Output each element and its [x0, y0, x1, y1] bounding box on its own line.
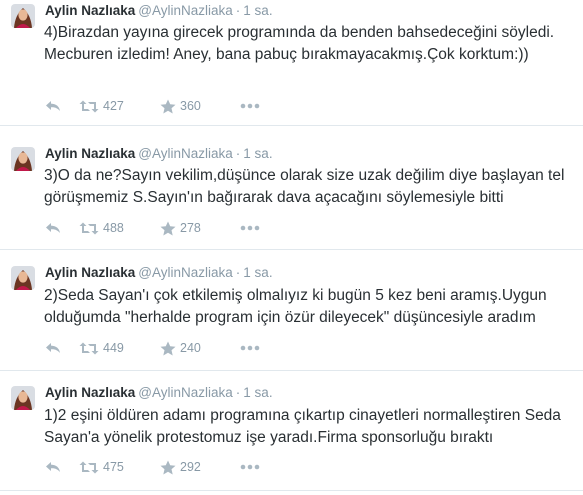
more-icon: [240, 345, 260, 351]
separator: ·: [235, 385, 241, 400]
favorite-count: 292: [180, 460, 201, 474]
favorite-count: 240: [180, 341, 201, 355]
timeline: Aylin Nazlıaka @AylinNazliaka · 1 sa. 4)Bir…: [0, 0, 583, 495]
favorite-button[interactable]: 278: [160, 221, 240, 236]
tweet[interactable]: Aylin Nazlıaka @AylinNazliaka · 1 sa. 4)Bir…: [0, 0, 583, 126]
more-button[interactable]: [240, 345, 260, 351]
more-button[interactable]: [240, 464, 260, 470]
avatar[interactable]: [11, 4, 35, 28]
favorite-button[interactable]: 360: [160, 99, 240, 114]
reply-icon: [46, 462, 60, 472]
avatar[interactable]: [11, 266, 35, 290]
reply-icon: [46, 343, 60, 353]
more-button[interactable]: [240, 225, 260, 231]
retweet-icon: [79, 222, 99, 234]
tweet[interactable]: Aylin Nazlıaka @AylinNazliaka · 1 sa. 2)Sed…: [0, 250, 583, 371]
reply-button[interactable]: [45, 222, 79, 234]
retweet-button[interactable]: 427: [79, 99, 160, 113]
avatar[interactable]: [11, 147, 35, 171]
star-icon: [160, 341, 176, 355]
favorite-button[interactable]: 292: [160, 460, 240, 475]
reply-icon: [46, 223, 60, 233]
retweet-count: 427: [103, 99, 124, 113]
tweet-actions: 475 292: [45, 458, 260, 476]
user-name[interactable]: Aylin Nazlıaka: [45, 3, 135, 18]
tweet-actions: 449 240: [45, 339, 260, 357]
tweet-actions: 427 360: [45, 97, 260, 115]
user-handle[interactable]: @AylinNazliaka: [138, 265, 233, 280]
retweet-icon: [79, 461, 99, 473]
retweet-count: 449: [103, 341, 124, 355]
star-icon: [160, 221, 176, 235]
separator: ·: [235, 3, 241, 18]
tweet-header: Aylin Nazlıaka @AylinNazliaka · 1 sa.: [45, 384, 273, 402]
reply-button[interactable]: [45, 461, 79, 473]
timestamp[interactable]: 1 sa.: [243, 385, 272, 400]
user-name[interactable]: Aylin Nazlıaka: [45, 385, 135, 400]
timestamp[interactable]: 1 sa.: [243, 265, 272, 280]
retweet-button[interactable]: 475: [79, 460, 160, 474]
user-handle[interactable]: @AylinNazliaka: [138, 146, 233, 161]
retweet-count: 475: [103, 460, 124, 474]
more-icon: [240, 225, 260, 231]
more-icon: [240, 103, 260, 109]
tweet-header: Aylin Nazlıaka @AylinNazliaka · 1 sa.: [45, 145, 273, 163]
tweet-actions: 488 278: [45, 219, 260, 237]
star-icon: [160, 460, 176, 474]
retweet-icon: [79, 100, 99, 112]
retweet-count: 488: [103, 221, 124, 235]
user-name[interactable]: Aylin Nazlıaka: [45, 265, 135, 280]
star-icon: [160, 99, 176, 113]
tweet[interactable]: Aylin Nazlıaka @AylinNazliaka · 1 sa. 1)2 e…: [0, 371, 583, 491]
reply-button[interactable]: [45, 100, 79, 112]
user-handle[interactable]: @AylinNazliaka: [138, 385, 233, 400]
favorite-count: 360: [180, 99, 201, 113]
tweet-header: Aylin Nazlıaka @AylinNazliaka · 1 sa.: [45, 2, 273, 20]
tweet-text: 2)Seda Sayan'ı çok etkilemiş olmalıyız k…: [44, 287, 551, 326]
separator: ·: [235, 265, 241, 280]
reply-icon: [46, 101, 60, 111]
tweet-header: Aylin Nazlıaka @AylinNazliaka · 1 sa.: [45, 264, 273, 282]
timestamp[interactable]: 1 sa.: [243, 3, 272, 18]
tweet-text: 4)Birazdan yayına girecek programında da…: [44, 24, 559, 63]
retweet-button[interactable]: 488: [79, 221, 160, 235]
favorite-count: 278: [180, 221, 201, 235]
tweet-text: 3)O da ne?Sayın vekilim,düşünce olarak s…: [44, 167, 569, 206]
tweet[interactable]: Aylin Nazlıaka @AylinNazliaka · 1 sa. 3)O d…: [0, 126, 583, 250]
retweet-button[interactable]: 449: [79, 341, 160, 355]
user-handle[interactable]: @AylinNazliaka: [138, 3, 233, 18]
more-button[interactable]: [240, 103, 260, 109]
timestamp[interactable]: 1 sa.: [243, 146, 272, 161]
separator: ·: [235, 146, 241, 161]
retweet-icon: [79, 342, 99, 354]
tweet-text: 1)2 eşini öldüren adamı programına çıkar…: [44, 407, 566, 446]
avatar[interactable]: [11, 386, 35, 410]
favorite-button[interactable]: 240: [160, 341, 240, 356]
reply-button[interactable]: [45, 342, 79, 354]
user-name[interactable]: Aylin Nazlıaka: [45, 146, 135, 161]
more-icon: [240, 464, 260, 470]
